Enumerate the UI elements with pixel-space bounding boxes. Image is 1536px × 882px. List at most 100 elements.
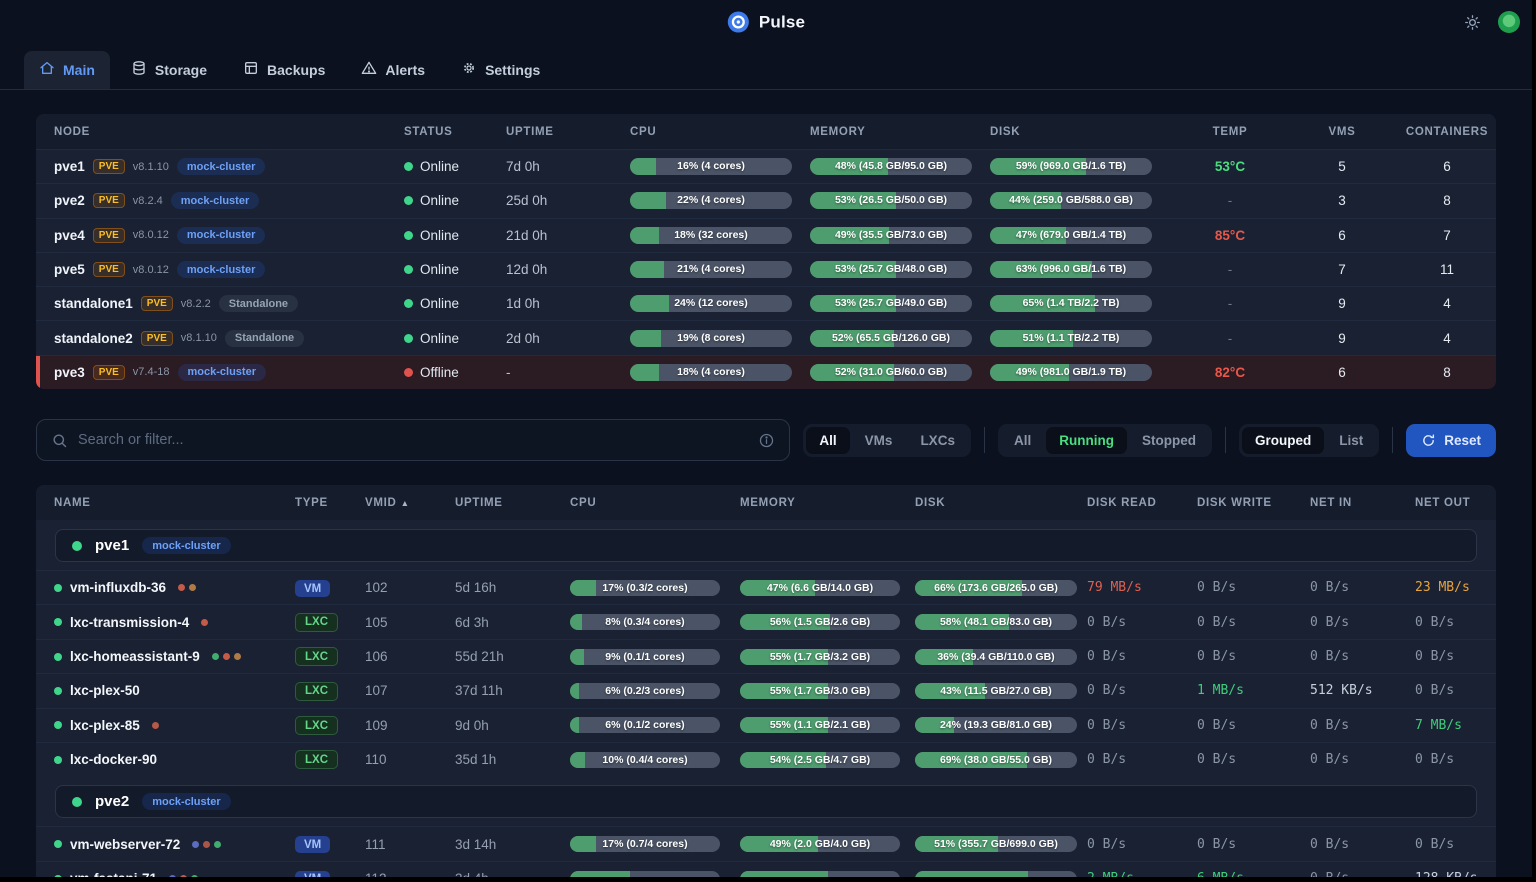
disk-bar	[915, 871, 1077, 878]
guest-type-cell: LXC	[295, 612, 365, 632]
guest-vmid: 109	[365, 718, 455, 733]
guest-row[interactable]: lxc-plex-85LXC1099d 0h6% (0.1/2 cores)55…	[36, 708, 1496, 742]
node-memory-cell: 52% (65.5 GB/126.0 GB)	[810, 330, 990, 347]
running-dot	[54, 756, 62, 764]
type-badge-vm: VM	[295, 580, 330, 597]
node-status: Offline	[404, 365, 506, 380]
segment-lxcs[interactable]: LXCs	[907, 427, 968, 454]
node-row[interactable]: pve3PVEv7.4-18mock-clusterOffline-18% (4…	[36, 355, 1496, 389]
disk-bar: 24% (19.3 GB/81.0 GB)	[915, 717, 1077, 733]
bar-label: 8% (0.3/4 cores)	[570, 614, 720, 630]
node-group-header[interactable]: pve2mock-cluster	[55, 785, 1477, 818]
tab-settings[interactable]: Settings	[446, 51, 555, 89]
node-group-header[interactable]: pve1mock-cluster	[55, 529, 1477, 562]
guests-col-header[interactable]: VMID▲	[365, 497, 455, 509]
guest-disk-cell: 43% (11.5 GB/27.0 GB)	[915, 683, 1087, 699]
bar-label: 49% (981.0 GB/1.9 TB)	[990, 364, 1152, 381]
type-badge-lxc: LXC	[295, 682, 338, 701]
bar-label: 51% (355.7 GB/699.0 GB)	[915, 836, 1077, 852]
segment-grouped[interactable]: Grouped	[1242, 427, 1324, 454]
node-row[interactable]: pve1PVEv8.1.10mock-clusterOnline7d 0h16%…	[36, 149, 1496, 183]
bar-label: 36% (39.4 GB/110.0 GB)	[915, 649, 1077, 665]
filter-divider	[1392, 427, 1393, 453]
guests-col-header[interactable]: CPU	[570, 497, 740, 509]
guest-memory-cell	[740, 871, 915, 878]
tab-alerts[interactable]: Alerts	[346, 51, 440, 89]
guest-disk-read: 79 MB/s	[1087, 580, 1197, 595]
segment-stopped[interactable]: Stopped	[1129, 427, 1209, 454]
guests-col-header[interactable]: TYPE	[295, 497, 365, 509]
node-row[interactable]: standalone2PVEv8.1.10StandaloneOnline2d …	[36, 320, 1496, 354]
guests-col-header[interactable]: UPTIME	[455, 497, 570, 509]
tab-storage[interactable]: Storage	[116, 51, 222, 89]
type-badge-lxc: LXC	[295, 716, 338, 735]
guests-col-header[interactable]: DISK	[915, 497, 1087, 509]
guest-vmid: 102	[365, 580, 455, 595]
node-cpu-cell: 19% (8 cores)	[630, 330, 810, 347]
connection-status-indicator[interactable]	[1498, 11, 1520, 33]
status-label: Offline	[420, 365, 459, 380]
guests-col-header[interactable]: DISK WRITE	[1197, 497, 1310, 509]
bar-label: 52% (65.5 GB/126.0 GB)	[810, 330, 972, 347]
tab-main[interactable]: Main	[24, 51, 110, 89]
cpu-bar: 8% (0.3/4 cores)	[570, 614, 720, 630]
nodes-col-header: STATUS	[404, 126, 506, 138]
theme-toggle-sun-icon[interactable]	[1463, 13, 1482, 32]
cluster-badge: Standalone	[225, 330, 304, 347]
segment-all[interactable]: All	[806, 427, 849, 454]
guests-col-header[interactable]: NET IN	[1310, 497, 1415, 509]
guest-row[interactable]: vm-influxdb-36VM1025d 16h17% (0.3/2 core…	[36, 570, 1496, 604]
guests-col-header[interactable]: NET OUT	[1415, 497, 1496, 509]
guest-disk-cell: 66% (173.6 GB/265.0 GB)	[915, 580, 1087, 596]
brand: Pulse	[727, 11, 805, 34]
search-input[interactable]	[78, 432, 748, 448]
guest-row[interactable]: lxc-homeassistant-9LXC10655d 21h9% (0.1/…	[36, 639, 1496, 673]
cluster-badge: mock-cluster	[177, 158, 265, 175]
guest-net-out: 7 MB/s	[1415, 718, 1496, 733]
segment-list[interactable]: List	[1326, 427, 1376, 454]
guest-disk-write: 0 B/s	[1197, 752, 1310, 767]
tag-dot	[223, 653, 230, 660]
guest-row[interactable]: lxc-docker-90LXC11035d 1h10% (0.4/4 core…	[36, 742, 1496, 776]
app-title: Pulse	[759, 12, 805, 32]
node-name-cell: pve3PVEv7.4-18mock-cluster	[54, 364, 404, 381]
guest-disk-read: 2 MB/s	[1087, 871, 1197, 877]
node-row[interactable]: pve2PVEv8.2.4mock-clusterOnline25d 0h22%…	[36, 183, 1496, 217]
bar-label: 59% (969.0 GB/1.6 TB)	[990, 158, 1152, 175]
filter-bar: AllVMsLXCs AllRunningStopped GroupedList…	[36, 419, 1496, 461]
guests-col-header[interactable]: NAME	[54, 497, 295, 509]
info-icon[interactable]	[758, 432, 775, 449]
segment-running[interactable]: Running	[1046, 427, 1127, 454]
pve-badge: PVE	[93, 159, 125, 174]
memory-bar: 56% (1.5 GB/2.6 GB)	[740, 614, 900, 630]
node-row[interactable]: standalone1PVEv8.2.2StandaloneOnline1d 0…	[36, 286, 1496, 320]
guest-row[interactable]: lxc-plex-50LXC10737d 11h6% (0.2/3 cores)…	[36, 673, 1496, 707]
guest-row[interactable]: vm-fastapi-71VM1123d 4h2 MB/s6 MB/s0 B/s…	[36, 861, 1496, 877]
reset-button[interactable]: Reset	[1406, 424, 1496, 457]
status-label: Online	[420, 159, 459, 174]
disk-bar: 43% (11.5 GB/27.0 GB)	[915, 683, 1077, 699]
guests-col-header[interactable]: MEMORY	[740, 497, 915, 509]
node-row[interactable]: pve5PVEv8.0.12mock-clusterOnline12d 0h21…	[36, 252, 1496, 286]
guest-cpu-cell: 9% (0.1/1 cores)	[570, 649, 740, 665]
node-cpu-cell: 21% (4 cores)	[630, 261, 810, 278]
guest-row[interactable]: vm-webserver-72VM1113d 14h17% (0.7/4 cor…	[36, 826, 1496, 860]
node-version: v8.1.10	[133, 161, 169, 173]
guests-col-header[interactable]: DISK READ	[1087, 497, 1197, 509]
status-label: Online	[420, 262, 459, 277]
segment-vms[interactable]: VMs	[852, 427, 906, 454]
tag-dot	[203, 841, 210, 848]
guest-row[interactable]: lxc-transmission-4LXC1056d 3h8% (0.3/4 c…	[36, 604, 1496, 638]
cpu-bar: 21% (4 cores)	[630, 261, 792, 278]
tab-backups[interactable]: Backups	[228, 51, 340, 89]
cluster-badge: mock-cluster	[142, 537, 230, 554]
node-row[interactable]: pve4PVEv8.0.12mock-clusterOnline21d 0h18…	[36, 218, 1496, 252]
node-memory-cell: 49% (35.5 GB/73.0 GB)	[810, 227, 990, 244]
disk-bar: 58% (48.1 GB/83.0 GB)	[915, 614, 1077, 630]
node-name-cell: standalone2PVEv8.1.10Standalone	[54, 330, 404, 347]
disk-bar: 51% (1.1 TB/2.2 TB)	[990, 330, 1152, 347]
segment-all[interactable]: All	[1001, 427, 1044, 454]
guest-name: vm-influxdb-36	[70, 580, 166, 595]
node-version: v7.4-18	[133, 366, 170, 378]
guest-net-in: 0 B/s	[1310, 871, 1415, 877]
